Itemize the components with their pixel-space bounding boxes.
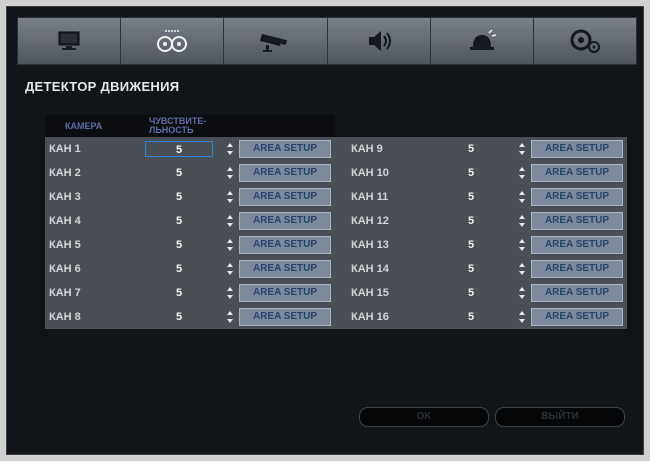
area-setup-button[interactable]: AREA SETUP xyxy=(531,212,623,230)
sensitivity-label-line2: ЛЬНОСТЬ xyxy=(149,125,194,135)
camera-column-header: КАМЕРА xyxy=(45,115,141,137)
area-setup-button[interactable]: AREA SETUP xyxy=(531,164,623,182)
sensitivity-value[interactable]: 5 xyxy=(437,237,505,253)
tab-recording[interactable] xyxy=(121,18,225,64)
channel-name: КАН 15 xyxy=(351,287,389,299)
speaker-icon xyxy=(368,31,391,51)
menu-tabs xyxy=(17,17,637,65)
sensitivity-value[interactable]: 5 xyxy=(437,309,505,325)
sensitivity-value[interactable]: 5 xyxy=(437,213,505,229)
channel-row: КАН 10 5 AREA SETUP xyxy=(45,161,627,185)
channel-name: КАН 10 xyxy=(351,167,389,179)
sensitivity-spinner-icon[interactable] xyxy=(519,263,525,275)
area-setup-button[interactable]: AREA SETUP xyxy=(531,140,623,158)
sensitivity-value[interactable]: 5 xyxy=(437,261,505,277)
channel-row: КАН 9 5 AREA SETUP xyxy=(45,137,627,161)
channel-name: КАН 13 xyxy=(351,239,389,251)
display-icon xyxy=(58,31,80,50)
sensitivity-spinner-icon[interactable] xyxy=(519,215,525,227)
channel-name: КАН 9 xyxy=(351,143,383,155)
channel-row: КАН 11 5 AREA SETUP xyxy=(45,185,627,209)
channel-name: КАН 14 xyxy=(351,263,389,275)
exit-button[interactable]: ВЫЙТИ xyxy=(495,407,625,427)
sensitivity-value[interactable]: 5 xyxy=(437,141,505,157)
area-setup-button[interactable]: AREA SETUP xyxy=(531,284,623,302)
camera-column-label: КАМЕРА xyxy=(65,121,103,131)
camera-icon xyxy=(260,34,288,52)
ok-button[interactable]: OK xyxy=(359,407,489,427)
channel-name: КАН 12 xyxy=(351,215,389,227)
sensitivity-spinner-icon[interactable] xyxy=(519,143,525,155)
sensitivity-spinner-icon[interactable] xyxy=(519,311,525,323)
tab-display[interactable] xyxy=(18,18,122,64)
sensitivity-spinner-icon[interactable] xyxy=(519,287,525,299)
system-icon xyxy=(570,29,600,53)
sensitivity-spinner-icon[interactable] xyxy=(519,167,525,179)
sensitivity-spinner-icon[interactable] xyxy=(519,191,525,203)
channel-row: КАН 15 5 AREA SETUP xyxy=(45,281,627,305)
page-title: ДЕТЕКТОР ДВИЖЕНИЯ xyxy=(25,79,180,94)
sensitivity-value[interactable]: 5 xyxy=(437,165,505,181)
channel-row: КАН 13 5 AREA SETUP xyxy=(45,233,627,257)
area-setup-button[interactable]: AREA SETUP xyxy=(531,188,623,206)
area-setup-button[interactable]: AREA SETUP xyxy=(531,260,623,278)
recording-icon xyxy=(157,30,188,52)
channel-name: КАН 11 xyxy=(351,191,389,203)
tab-camera[interactable] xyxy=(224,18,328,64)
channel-name: КАН 16 xyxy=(351,311,389,323)
sensitivity-value[interactable]: 5 xyxy=(437,285,505,301)
channel-row: КАН 14 5 AREA SETUP xyxy=(45,257,627,281)
channel-row: КАН 16 5 AREA SETUP xyxy=(45,305,627,329)
motion-detector-window: ДЕТЕКТОР ДВИЖЕНИЯ КАМЕРА ЧУВСТВИТЕ- ЛЬНО… xyxy=(6,6,644,455)
sensitivity-value[interactable]: 5 xyxy=(437,189,505,205)
channel-row: КАН 12 5 AREA SETUP xyxy=(45,209,627,233)
tab-alarm[interactable] xyxy=(430,18,534,64)
channel-grid: КАН 1 5 AREA SETUP КАН 2 5 AREA SETUP КА… xyxy=(45,137,627,329)
area-setup-button[interactable]: AREA SETUP xyxy=(531,308,623,326)
sensitivity-spinner-icon[interactable] xyxy=(519,239,525,251)
alarm-icon xyxy=(469,29,496,50)
sensitivity-column-header: ЧУВСТВИТЕ- ЛЬНОСТЬ xyxy=(141,115,335,137)
tab-system[interactable] xyxy=(533,18,637,64)
area-setup-button[interactable]: AREA SETUP xyxy=(531,236,623,254)
tab-audio[interactable] xyxy=(327,18,431,64)
